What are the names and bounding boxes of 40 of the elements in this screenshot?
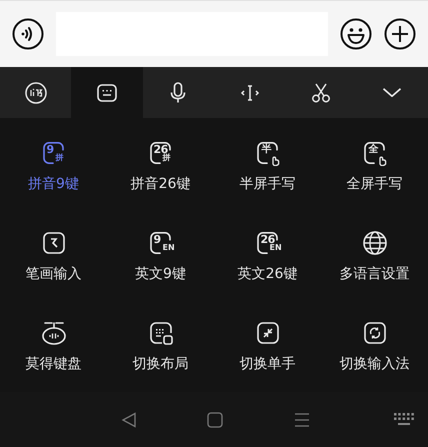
emoji-icon[interactable] [340,18,372,50]
keycap-label: 拼 [162,153,170,163]
logo-icon [24,80,48,104]
input-mode-item[interactable]: 26 拼 拼音26键 [107,118,214,208]
keycap-number: 9 [154,233,161,246]
input-mode-item[interactable]: 切换单手 [214,298,321,388]
keycap-label: 拼 [56,153,64,163]
keycap-character: 全 [368,144,378,156]
back-icon[interactable] [121,412,138,428]
globe-icon [362,230,388,256]
keycap-icon [40,140,66,166]
keyboard-icon[interactable] [394,412,414,426]
stroke-icon [40,230,66,256]
keyboard-layout-icon [148,320,174,346]
input-mode-item[interactable]: 笔画输入 [0,208,107,298]
handwriting-icon [362,140,388,166]
add-icon[interactable] [384,18,416,50]
input-mode-item[interactable]: 切换输入法 [321,298,428,388]
home-icon[interactable] [207,412,224,428]
keycap-number: 9 [46,143,54,156]
keycap-label: EN [162,243,175,253]
keycap-icon [148,230,174,256]
input-mode-item[interactable]: 莫得键盘 [0,298,107,388]
chevron-down-icon [383,88,402,97]
refresh-icon [362,320,388,346]
keycap-icon [254,230,280,256]
toolbar-tab[interactable] [71,67,143,118]
input-mode-item[interactable]: 半 半屏手写 [214,118,321,208]
input-mode-item[interactable]: 26 EN 英文26键 [214,208,321,298]
input-mode-item[interactable]: 多语言设置 [321,208,428,298]
keycap-label: EN [270,243,282,253]
menu-icon[interactable] [294,412,310,428]
keycap-icon [148,140,174,166]
shrink-icon [254,320,280,346]
keycap-character: 半 [262,144,272,156]
handwriting-icon [254,140,280,166]
voice-icon[interactable] [12,18,44,50]
input-mode-item[interactable]: 切换布局 [107,298,214,388]
input-mode-item[interactable]: 全 全屏手写 [321,118,428,208]
robot-icon [40,320,66,346]
